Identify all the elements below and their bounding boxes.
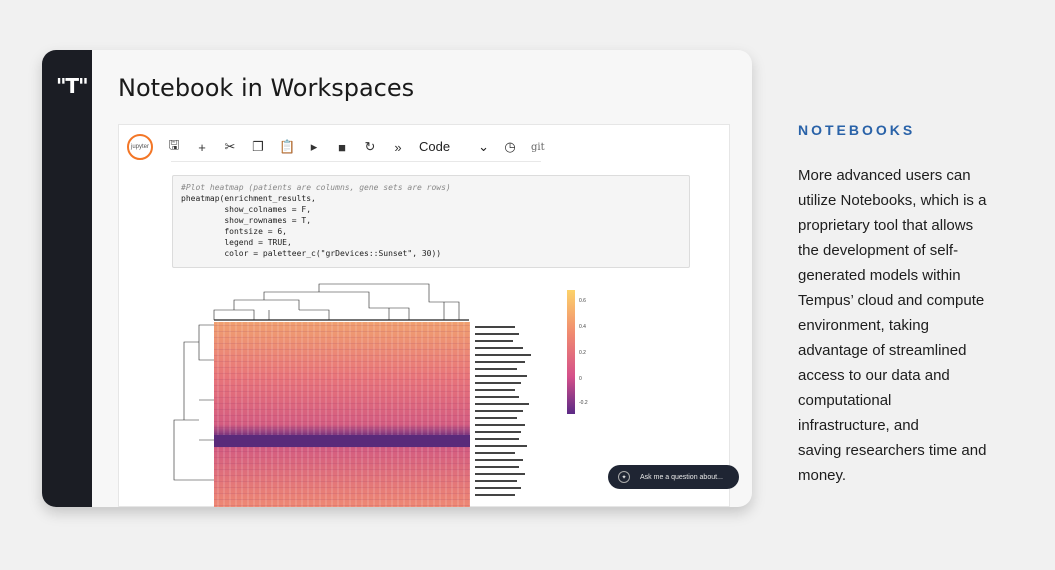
legend-tick: 0.6 — [579, 298, 586, 304]
body-line: the development of self- — [798, 242, 959, 259]
body-line: computational — [798, 392, 892, 409]
run-icon[interactable]: ▸ — [307, 139, 321, 155]
code-line: fontsize = 6, — [181, 227, 287, 236]
save-icon[interactable]: 🖫 — [167, 136, 181, 158]
legend-tick: 0.2 — [579, 350, 586, 356]
code-line: #Plot heatmap (patients are columns, gen… — [181, 183, 451, 192]
row-label-marks — [475, 326, 531, 496]
heatmap-color-legend — [567, 290, 575, 414]
clock-icon[interactable]: ◷ — [503, 139, 517, 155]
toolbar-divider — [171, 161, 541, 162]
code-line: show_colnames = F, — [181, 205, 312, 214]
chat-bot-icon: ✦ — [618, 471, 630, 483]
heatmap-dark-band — [214, 435, 470, 447]
cell-type-value: Code — [419, 139, 451, 154]
left-rail: "T" — [42, 50, 92, 507]
section-body: More advanced users can utilize Notebook… — [798, 163, 1028, 488]
code-cell[interactable]: #Plot heatmap (patients are columns, gen… — [172, 175, 690, 268]
body-line: proprietary tool that allows — [798, 217, 974, 234]
code-line: color = paletteer_c("grDevices::Sunset",… — [181, 249, 442, 258]
jupyter-logo-icon: jupyter — [127, 134, 153, 160]
git-button[interactable]: git — [531, 142, 545, 153]
body-line: saving researchers time and — [798, 442, 987, 459]
section-heading: NOTEBOOKS — [798, 122, 916, 138]
cut-icon[interactable]: ✂ — [223, 139, 237, 155]
legend-tick: -0.2 — [579, 400, 588, 406]
body-line: money. — [798, 467, 847, 484]
body-line: generated models within — [798, 267, 961, 284]
ask-question-button[interactable]: ✦ Ask me a question about... — [608, 465, 739, 489]
paste-icon[interactable]: 📋 — [279, 139, 295, 155]
jupyter-label: jupyter — [130, 144, 149, 150]
plus-icon[interactable]: + — [195, 140, 209, 155]
chat-placeholder: Ask me a question about... — [640, 473, 723, 481]
body-line: infrastructure, and — [798, 417, 919, 434]
code-line: legend = TRUE, — [181, 238, 292, 247]
card-title: Notebook in Workspaces — [118, 74, 415, 102]
body-line: Tempus’ cloud and compute — [798, 292, 985, 309]
body-line: More advanced users can — [798, 167, 971, 184]
column-dendrogram — [213, 283, 469, 321]
body-line: access to our data and — [798, 367, 950, 384]
restart-icon[interactable]: ↻ — [363, 139, 377, 155]
chevron-down-icon: ⌄ — [478, 139, 489, 154]
tempus-logo: "T" — [56, 74, 89, 98]
copy-icon[interactable]: ❐ — [251, 139, 265, 155]
notebook-card: "T" Notebook in Workspaces jupyter 🖫 + ✂… — [42, 50, 752, 507]
fast-forward-icon[interactable]: » — [391, 140, 405, 155]
body-line: advantage of streamlined — [798, 342, 967, 359]
code-line: show_rownames = T, — [181, 216, 312, 225]
cell-type-select[interactable]: Code ⌄ — [419, 139, 489, 155]
heatmap-output: 0.6 0.4 0.2 0 -0.2 — [173, 283, 588, 507]
body-line: utilize Notebooks, which is a — [798, 192, 987, 209]
code-line: pheatmap(enrichment_results, — [181, 194, 316, 203]
notebook-toolbar: jupyter 🖫 + ✂ ❐ 📋 ▸ ■ ↻ » Code ⌄ ◷ git — [127, 133, 547, 161]
body-line: environment, taking — [798, 317, 929, 334]
legend-tick: 0.4 — [579, 324, 586, 330]
notebook-panel: jupyter 🖫 + ✂ ❐ 📋 ▸ ■ ↻ » Code ⌄ ◷ git #… — [118, 124, 730, 507]
row-dendrogram — [173, 324, 214, 481]
legend-tick: 0 — [579, 376, 582, 382]
stop-icon[interactable]: ■ — [335, 140, 349, 155]
